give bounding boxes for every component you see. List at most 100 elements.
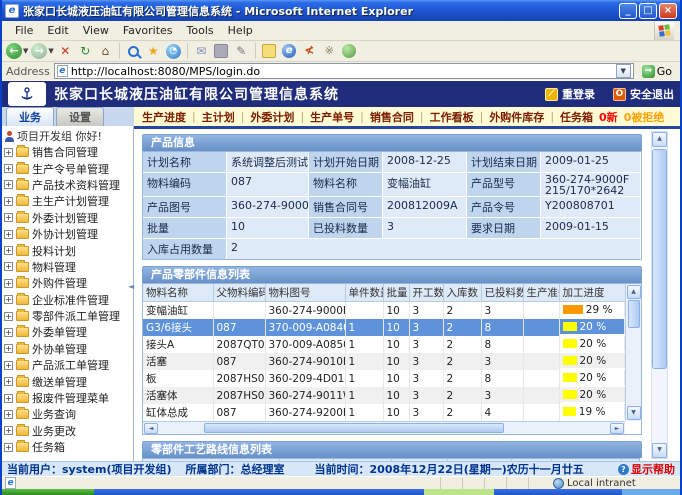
col-drawing-no[interactable]: 物料图号 [265, 284, 345, 302]
refresh-button[interactable]: ↻ [77, 43, 94, 60]
col-progress[interactable]: 加工进度 [559, 284, 625, 302]
scroll-left-icon[interactable]: ◄ [144, 423, 158, 434]
col-outsourced-started[interactable]: 外委已开工数 [551, 459, 621, 461]
nav-sales-contract[interactable]: 销售合同 [370, 109, 414, 125]
expand-icon[interactable]: + [4, 164, 13, 173]
notes-button[interactable] [261, 43, 278, 60]
table-row-selected[interactable]: G3/6接头087370-009-A0840110328 20 % [143, 319, 625, 336]
menu-tools[interactable]: Tools [180, 22, 221, 39]
page-vertical-scrollbar[interactable]: ▲ ▼ [651, 131, 668, 459]
maximize-button[interactable]: □ [639, 3, 657, 19]
menu-help[interactable]: Help [221, 22, 260, 39]
expand-icon[interactable]: + [4, 361, 13, 370]
forward-button[interactable]: →▼ [31, 43, 53, 60]
search-button[interactable] [125, 43, 142, 60]
tab-business[interactable]: 业务 [6, 107, 54, 126]
sidebar-item-sales-contract[interactable]: +销售合同管理 [4, 144, 133, 160]
close-button[interactable]: × [659, 3, 677, 19]
expand-icon[interactable]: + [4, 394, 13, 403]
col-self-started[interactable]: 自加工开工数 [447, 459, 511, 461]
sidebar-item-business-query[interactable]: +业务查询 [4, 406, 133, 422]
sidebar-item-delivery-note[interactable]: +缴送单管理 [4, 373, 133, 389]
nav-outsource-plan[interactable]: 外委计划 [250, 109, 294, 125]
scroll-right-icon[interactable]: ► [610, 423, 624, 434]
show-help-button[interactable]: ? 显示帮助 [618, 461, 675, 476]
col-outsourced[interactable]: 外委数 [511, 459, 551, 461]
expand-icon[interactable]: + [4, 197, 13, 206]
sidebar-item-coop-order[interactable]: +外协单管理 [4, 341, 133, 357]
go-button[interactable]: → Go [638, 63, 676, 80]
sidebar-item-business-change[interactable]: +业务更改 [4, 423, 133, 439]
edit-button[interactable]: ✎ [233, 43, 250, 60]
col-fed[interactable]: 已投料数 [481, 284, 523, 302]
expand-icon[interactable]: + [4, 180, 13, 189]
scroll-down-icon[interactable]: ▼ [652, 443, 667, 458]
col-finished[interactable]: 已完工数 [391, 459, 447, 461]
sidebar-item-standard-parts[interactable]: +企业标准件管理 [4, 292, 133, 308]
col-seq[interactable]: 序号 [143, 459, 169, 461]
scroll-thumb[interactable] [204, 423, 504, 433]
sidebar-item-purchased-parts[interactable]: +外购件管理 [4, 275, 133, 291]
expand-icon[interactable]: + [4, 148, 13, 157]
sidebar-item-feeding-plan[interactable]: +投料计划 [4, 242, 133, 258]
menu-edit[interactable]: Edit [40, 22, 75, 39]
table-horizontal-scrollbar[interactable]: ◄ ► [143, 421, 625, 434]
col-coop[interactable]: 外协数 [621, 459, 640, 461]
expand-icon[interactable]: + [4, 377, 13, 386]
table-row[interactable]: 接头A2087QT002370-009-A0850110328 20 % [143, 336, 625, 353]
expand-icon[interactable]: + [4, 312, 13, 321]
col-requirement[interactable]: 加工要求 [221, 459, 279, 461]
nav-task-box[interactable]: 任务箱 [560, 109, 593, 125]
address-input[interactable] [71, 65, 613, 78]
nav-master-plan[interactable]: 主计划 [202, 109, 235, 125]
col-process-name[interactable]: 工序名称 [169, 459, 221, 461]
col-stocked[interactable]: 入库数 [443, 284, 481, 302]
col-material-name[interactable]: 物料名称 [143, 284, 213, 302]
menu-favorites[interactable]: Favorites [116, 22, 180, 39]
sidebar-item-tech-docs[interactable]: +产品技术资料管理 [4, 177, 133, 193]
expand-icon[interactable]: + [4, 230, 13, 239]
stop-button[interactable]: ✕ [57, 43, 74, 60]
menu-view[interactable]: View [76, 22, 116, 39]
expand-icon[interactable]: + [4, 262, 13, 271]
nav-purchased-stock[interactable]: 外购件库存 [489, 109, 544, 125]
table-vertical-scrollbar[interactable]: ▲ ▼ [625, 284, 641, 421]
sidebar-item-outsource-order[interactable]: +外委单管理 [4, 324, 133, 340]
table-row[interactable]: 变幅油缸360-274-9000F10323 29 % [143, 302, 625, 320]
filter-button[interactable]: ≮ [301, 43, 318, 60]
ie-shortcut-icon[interactable]: e [281, 43, 298, 60]
address-dropdown-icon[interactable]: ▼ [616, 64, 631, 78]
expand-icon[interactable]: + [4, 279, 13, 288]
expand-icon[interactable]: + [4, 426, 13, 435]
nav-production-order[interactable]: 生产单号 [310, 109, 354, 125]
logout-button[interactable]: O 安全退出 [613, 86, 674, 102]
scroll-thumb[interactable] [652, 149, 667, 369]
sidebar-collapse-icon[interactable]: ◄ [128, 282, 134, 291]
sidebar-item-product-dispatch[interactable]: +产品派工单管理 [4, 357, 133, 373]
nav-production-progress[interactable]: 生产进度 [142, 109, 186, 125]
table-row[interactable]: 活塞体2087HS002360-274-9011W110323 20 % [143, 387, 625, 404]
sidebar-item-task-box[interactable]: +任务箱 [4, 439, 133, 455]
debug-button[interactable]: ※ [321, 43, 338, 60]
sidebar-item-outsource-plan[interactable]: +外委计划管理 [4, 210, 133, 226]
minimize-button[interactable]: _ [619, 3, 637, 19]
col-dispatchable[interactable]: 可派工数 [333, 459, 391, 461]
print-button[interactable] [213, 43, 230, 60]
expand-icon[interactable]: + [4, 410, 13, 419]
history-button[interactable]: ◔ [165, 43, 182, 60]
col-started[interactable]: 开工数 [409, 284, 443, 302]
back-button[interactable]: ←▼ [6, 43, 28, 60]
expand-icon[interactable]: + [4, 246, 13, 255]
expand-icon[interactable]: + [4, 295, 13, 304]
messenger-button[interactable] [341, 43, 358, 60]
expand-icon[interactable]: + [4, 344, 13, 353]
favorites-button[interactable]: ★ [145, 43, 162, 60]
scroll-up-icon[interactable]: ▲ [627, 285, 641, 299]
sidebar-item-coop-plan[interactable]: +外协计划管理 [4, 226, 133, 242]
col-parent-code[interactable]: 父物料编码 [213, 284, 265, 302]
sidebar-item-master-plan[interactable]: +主生产计划管理 [4, 193, 133, 209]
scroll-up-icon[interactable]: ▲ [652, 132, 667, 147]
home-button[interactable]: ⌂ [97, 43, 114, 60]
tab-settings[interactable]: 设置 [56, 107, 104, 126]
expand-icon[interactable]: + [4, 328, 13, 337]
